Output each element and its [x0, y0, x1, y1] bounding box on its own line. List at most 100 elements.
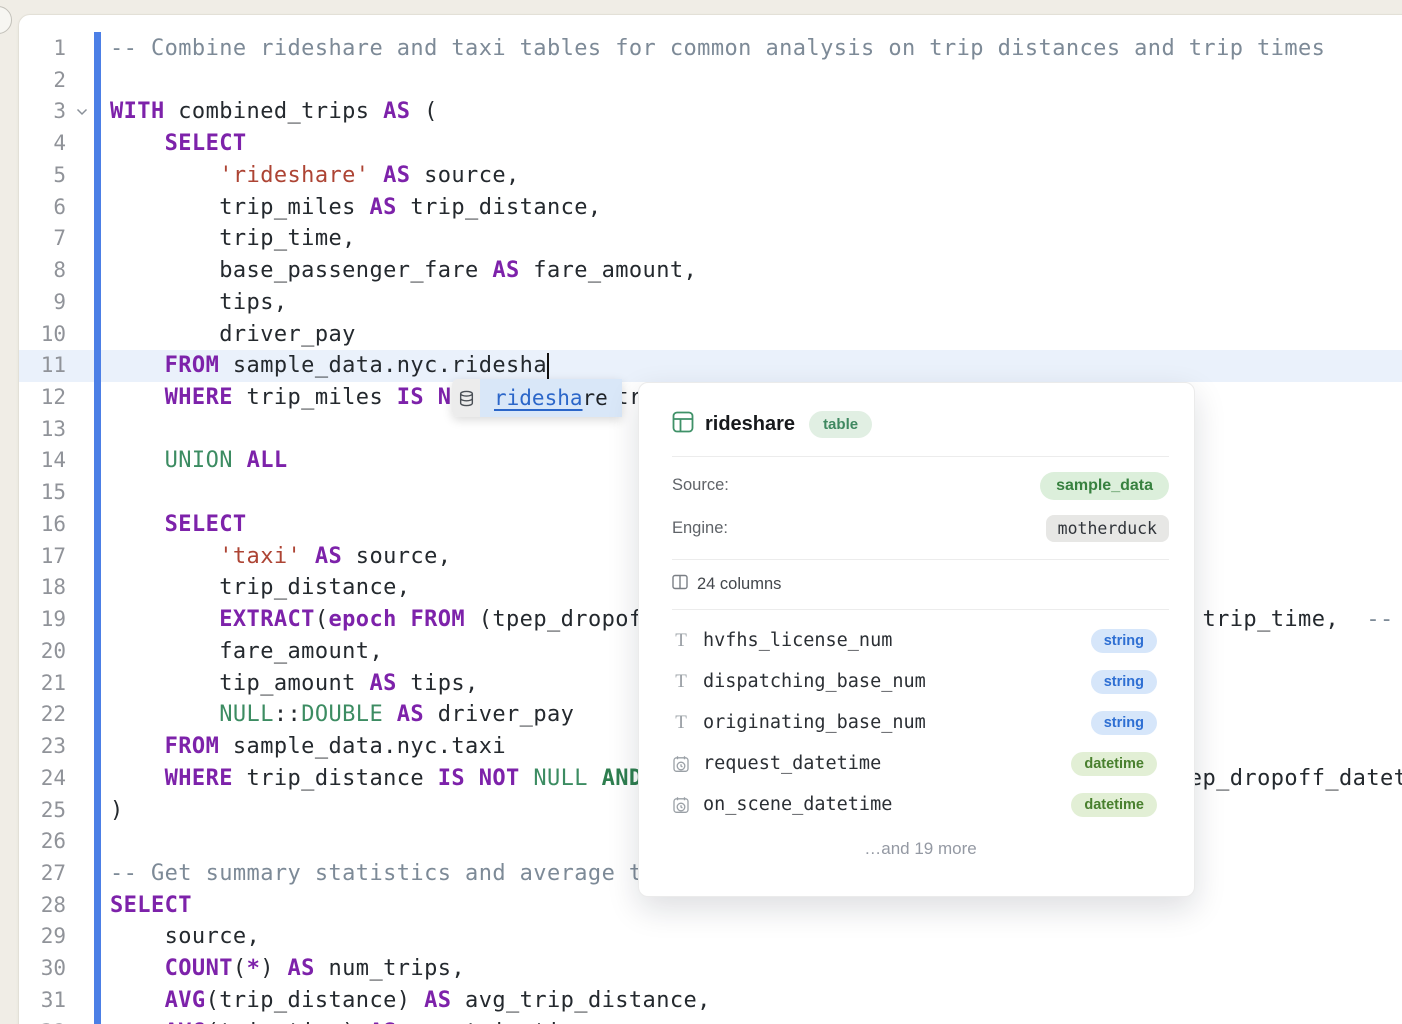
source-label: Source: [672, 476, 729, 495]
code-line-11[interactable]: 11 FROM sample_data.nyc.ridesha [19, 350, 1402, 382]
autocomplete-matched-text: ridesha [494, 386, 583, 410]
line-number[interactable]: 19 [19, 604, 66, 636]
line-number[interactable]: 22 [19, 699, 66, 731]
columns-count-row: 24 columns [672, 572, 1169, 596]
line-number[interactable]: 12 [19, 382, 66, 414]
text-type-icon: T [672, 632, 690, 650]
line-number[interactable]: 2 [19, 65, 66, 97]
popup-table-name: rideshare [705, 413, 795, 436]
column-name: request_datetime [703, 753, 881, 774]
line-number[interactable]: 6 [19, 192, 66, 224]
line-number[interactable]: 30 [19, 953, 66, 985]
column-row: request_datetimedatetime [672, 743, 1169, 784]
column-row: Toriginating_base_numstring [672, 702, 1169, 743]
line-number[interactable]: 10 [19, 319, 66, 351]
code-line-7[interactable]: 7 trip_time, [19, 223, 1402, 255]
columns-list: Thvfhs_license_numstringTdispatching_bas… [672, 610, 1169, 825]
line-number[interactable]: 23 [19, 731, 66, 763]
code-text: tip_amount AS tips, [110, 668, 479, 700]
divider [672, 456, 1169, 457]
source-row: Source: sample_data [672, 470, 1169, 501]
datetime-type-icon [672, 796, 690, 814]
code-line-3[interactable]: 3WITH combined_trips AS ( [19, 96, 1402, 128]
table-type-badge: table [809, 411, 872, 438]
columns-count-label: 24 columns [697, 575, 781, 594]
code-line-32[interactable]: 32 AVG(trip_time) AS avg_trip_time, [19, 1017, 1402, 1024]
line-number[interactable]: 28 [19, 890, 66, 922]
autocomplete-dropdown[interactable]: rideshare [452, 379, 622, 417]
code-text: NULL::DOUBLE AS driver_pay [110, 699, 574, 731]
code-text: trip_distance, [110, 572, 410, 604]
code-text: 'rideshare' AS source, [110, 160, 520, 192]
line-number[interactable]: 14 [19, 445, 66, 477]
line-number[interactable]: 5 [19, 160, 66, 192]
code-line-1[interactable]: 1 -- Combine rideshare and taxi tables fo… [19, 33, 1402, 65]
column-name: hvfhs_license_num [703, 630, 892, 651]
line-number[interactable]: 32 [19, 1017, 66, 1024]
line-number[interactable]: 1 [19, 33, 66, 65]
column-name: originating_base_num [703, 712, 926, 733]
line-number[interactable]: 7 [19, 223, 66, 255]
autocomplete-item-rideshare[interactable]: rideshare [480, 379, 622, 417]
code-text: SELECT [110, 890, 192, 922]
code-line-30[interactable]: 30 COUNT(*) AS num_trips, [19, 953, 1402, 985]
line-number[interactable]: 17 [19, 541, 66, 573]
code-line-9[interactable]: 9 tips, [19, 287, 1402, 319]
line-number[interactable]: 9 [19, 287, 66, 319]
engine-label: Engine: [672, 519, 728, 538]
table-info-popup: rideshare table Source: sample_data Engi… [638, 382, 1195, 897]
line-number[interactable]: 24 [19, 763, 66, 795]
line-number[interactable]: 3 [19, 96, 66, 128]
code-line-10[interactable]: 10 driver_pay [19, 319, 1402, 351]
code-line-2[interactable]: 2 [19, 65, 1402, 97]
code-text: SELECT [110, 128, 247, 160]
code-line-29[interactable]: 29 source, [19, 921, 1402, 953]
line-number[interactable]: 8 [19, 255, 66, 287]
column-name: dispatching_base_num [703, 671, 926, 692]
code-text: SELECT [110, 509, 247, 541]
fold-chevron-icon[interactable] [72, 96, 92, 128]
columns-icon [672, 574, 688, 595]
line-number[interactable]: 11 [19, 350, 66, 382]
code-text: -- Combine rideshare and taxi tables for… [110, 33, 1325, 65]
text-type-icon: T [672, 714, 690, 732]
line-number[interactable]: 13 [19, 414, 66, 446]
text-cursor [547, 353, 549, 379]
code-text: FROM sample_data.nyc.ridesha [110, 350, 547, 382]
line-number[interactable]: 26 [19, 826, 66, 858]
line-number[interactable]: 4 [19, 128, 66, 160]
database-icon [452, 379, 480, 417]
code-line-5[interactable]: 5 'rideshare' AS source, [19, 160, 1402, 192]
code-text: fare_amount, [110, 636, 383, 668]
code-text: ) [110, 795, 124, 827]
line-number[interactable]: 21 [19, 668, 66, 700]
more-columns-note: …and 19 more [672, 839, 1169, 859]
line-number[interactable]: 31 [19, 985, 66, 1017]
code-text: COUNT(*) AS num_trips, [110, 953, 465, 985]
code-text: FROM sample_data.nyc.taxi [110, 731, 506, 763]
code-line-4[interactable]: 4 SELECT [19, 128, 1402, 160]
line-number[interactable]: 20 [19, 636, 66, 668]
line-number[interactable]: 29 [19, 921, 66, 953]
code-line-31[interactable]: 31 AVG(trip_distance) AS avg_trip_distan… [19, 985, 1402, 1017]
code-text: trip_time, [110, 223, 356, 255]
divider [672, 559, 1169, 560]
column-row: on_scene_datetimedatetime [672, 784, 1169, 825]
code-line-8[interactable]: 8 base_passenger_fare AS fare_amount, [19, 255, 1402, 287]
line-number[interactable]: 15 [19, 477, 66, 509]
code-text: driver_pay [110, 319, 356, 351]
sql-editor-screen: 1 -- Combine rideshare and taxi tables fo… [0, 0, 1402, 1024]
code-text: tips, [110, 287, 288, 319]
popup-header: rideshare table [672, 409, 1169, 439]
line-number[interactable]: 25 [19, 795, 66, 827]
collapsed-side-button[interactable] [0, 6, 12, 34]
code-text: UNION ALL [110, 445, 288, 477]
text-type-icon: T [672, 673, 690, 691]
line-number[interactable]: 18 [19, 572, 66, 604]
line-number[interactable]: 16 [19, 509, 66, 541]
code-line-6[interactable]: 6 trip_miles AS trip_distance, [19, 192, 1402, 224]
code-text: base_passenger_fare AS fare_amount, [110, 255, 697, 287]
code-text: source, [110, 921, 260, 953]
line-number[interactable]: 27 [19, 858, 66, 890]
code-text: 'taxi' AS source, [110, 541, 451, 573]
